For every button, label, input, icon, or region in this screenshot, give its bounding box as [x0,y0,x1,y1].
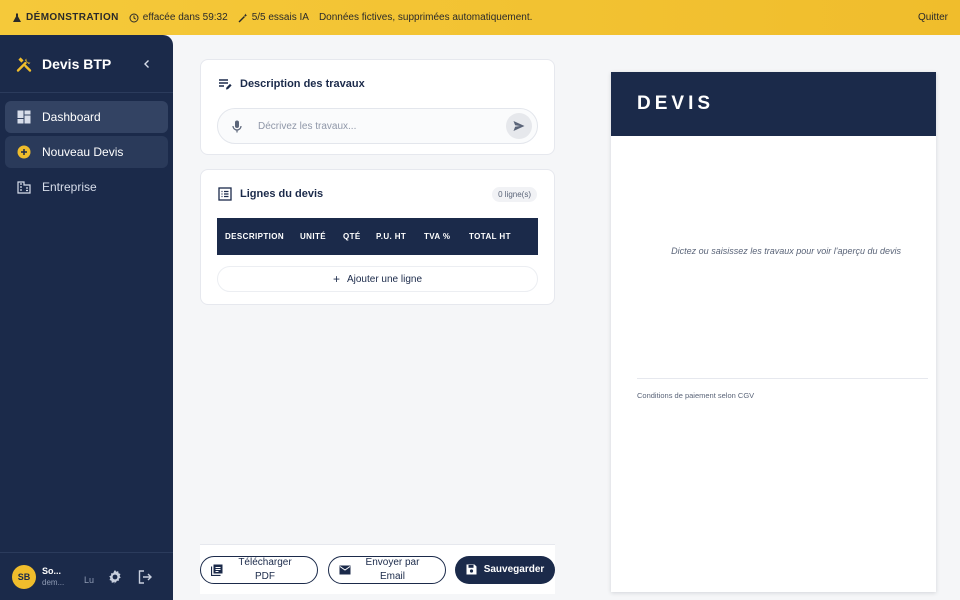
sidebar-item-entreprise[interactable]: Entreprise [5,171,168,203]
tools-icon [16,56,32,72]
download-pdf-line1: Télécharger [238,556,292,568]
col-qte: QTÉ [343,232,361,241]
pdf-icon [211,564,223,576]
quote-lines-title: Lignes du devis [240,188,324,200]
brand-title: Devis BTP [42,55,112,72]
preview-empty-message: Dictez ou saisissez les travaux pour voi… [671,246,901,256]
col-total-ht: TOTAL HT [469,232,511,241]
send-email-label: Envoyer par Email [351,556,435,584]
send-email-line1: Envoyer par [365,556,420,568]
quote-lines-card: Lignes du devis 0 ligne(s) DESCRIPTION U… [200,169,555,305]
timer-text: effacée dans 59:32 [142,12,228,23]
sidebar-nav: Dashboard Nouveau Devis Entreprise [0,93,173,214]
ai-quota: 5/5 essais IA [238,12,309,23]
demo-label: DÉMONSTRATION [26,12,119,23]
ai-quota-text: 5/5 essais IA [251,12,309,23]
sidebar-item-nouveau-devis[interactable]: Nouveau Devis [5,136,168,168]
collapse-sidebar-button[interactable] [137,54,157,74]
add-line-button[interactable]: + Ajouter une ligne [217,266,538,292]
user-info: So... dem... [42,566,70,587]
microphone-icon [232,120,242,132]
col-description: DESCRIPTION [225,232,285,241]
logout-button[interactable] [136,568,154,586]
quit-button[interactable]: Quitter [918,12,948,23]
logout-icon [138,569,153,584]
send-button[interactable] [506,113,532,139]
language-label: Lu [84,574,95,585]
action-bar: Télécharger PDF Envoyer par Email Sauveg… [200,544,555,594]
save-icon [466,564,477,575]
dashboard-icon [16,109,32,125]
description-input[interactable] [258,120,506,132]
plus-icon: + [332,272,340,286]
microphone-button[interactable] [230,119,244,133]
col-pu-ht: P.U. HT [376,232,407,241]
mail-icon [339,565,350,574]
col-tva: TVA % [424,232,451,241]
settings-button[interactable] [106,568,124,586]
sidebar-item-dashboard[interactable]: Dashboard [5,101,168,133]
gear-icon [109,569,121,584]
sidebar: Devis BTP Dashboard Nouveau Devis Entrep… [0,35,173,600]
list-icon [218,187,232,201]
payment-conditions: Conditions de paiement selon CGV [637,391,755,400]
table-header: DESCRIPTION UNITÉ QTÉ P.U. HT TVA % TOTA… [217,218,538,255]
save-button[interactable]: Sauvegarder [455,555,555,584]
user-email: dem... [42,578,65,587]
sidebar-item-label: Dashboard [42,110,101,124]
description-title: Description des travaux [240,78,365,90]
demo-notice: Données fictives, supprimées automatique… [319,12,532,23]
voice-input-bar [217,108,538,144]
demo-banner: DÉMONSTRATION effacée dans 59:32 5/5 ess… [0,0,960,35]
edit-note-icon [219,79,232,90]
preview-header: DEVIS [611,72,936,136]
magic-wand-icon [238,13,247,22]
user-panel: SB So... dem... Lu [0,552,173,600]
quote-preview: DEVIS Dictez ou saisissez les travaux po… [611,72,936,592]
avatar[interactable]: SB [12,564,36,589]
send-email-button[interactable]: Envoyer par Email [327,555,446,584]
send-icon [513,121,525,131]
download-pdf-button[interactable]: Télécharger PDF [200,555,318,584]
clock-icon [129,13,139,22]
line-count-badge: 0 ligne(s) [492,186,537,202]
demo-timer: effacée dans 59:32 [129,12,228,23]
quote-lines-header: Lignes du devis 0 ligne(s) [201,170,554,218]
download-pdf-line2: PDF [255,570,275,582]
download-pdf-label: Télécharger PDF [223,556,307,584]
demo-mode: DÉMONSTRATION [12,12,119,23]
building-icon [16,179,32,195]
brand: Devis BTP [0,35,173,93]
save-label: Sauvegarder [483,564,545,575]
preview-title: DEVIS [637,93,715,114]
preview-divider [637,378,928,379]
notice-text: Données fictives, supprimées automatique… [318,12,533,23]
chevron-left-icon [144,59,149,68]
user-name: So... [42,566,62,576]
flask-icon [13,13,21,22]
description-card: Description des travaux [200,59,555,155]
description-header: Description des travaux [201,60,554,108]
send-email-line2: Email [379,570,405,582]
col-unite: UNITÉ [300,232,326,241]
sidebar-item-label: Entreprise [42,180,97,194]
add-line-label: Ajouter une ligne [346,273,423,285]
add-circle-icon [16,144,32,160]
sidebar-item-label: Nouveau Devis [42,145,124,159]
